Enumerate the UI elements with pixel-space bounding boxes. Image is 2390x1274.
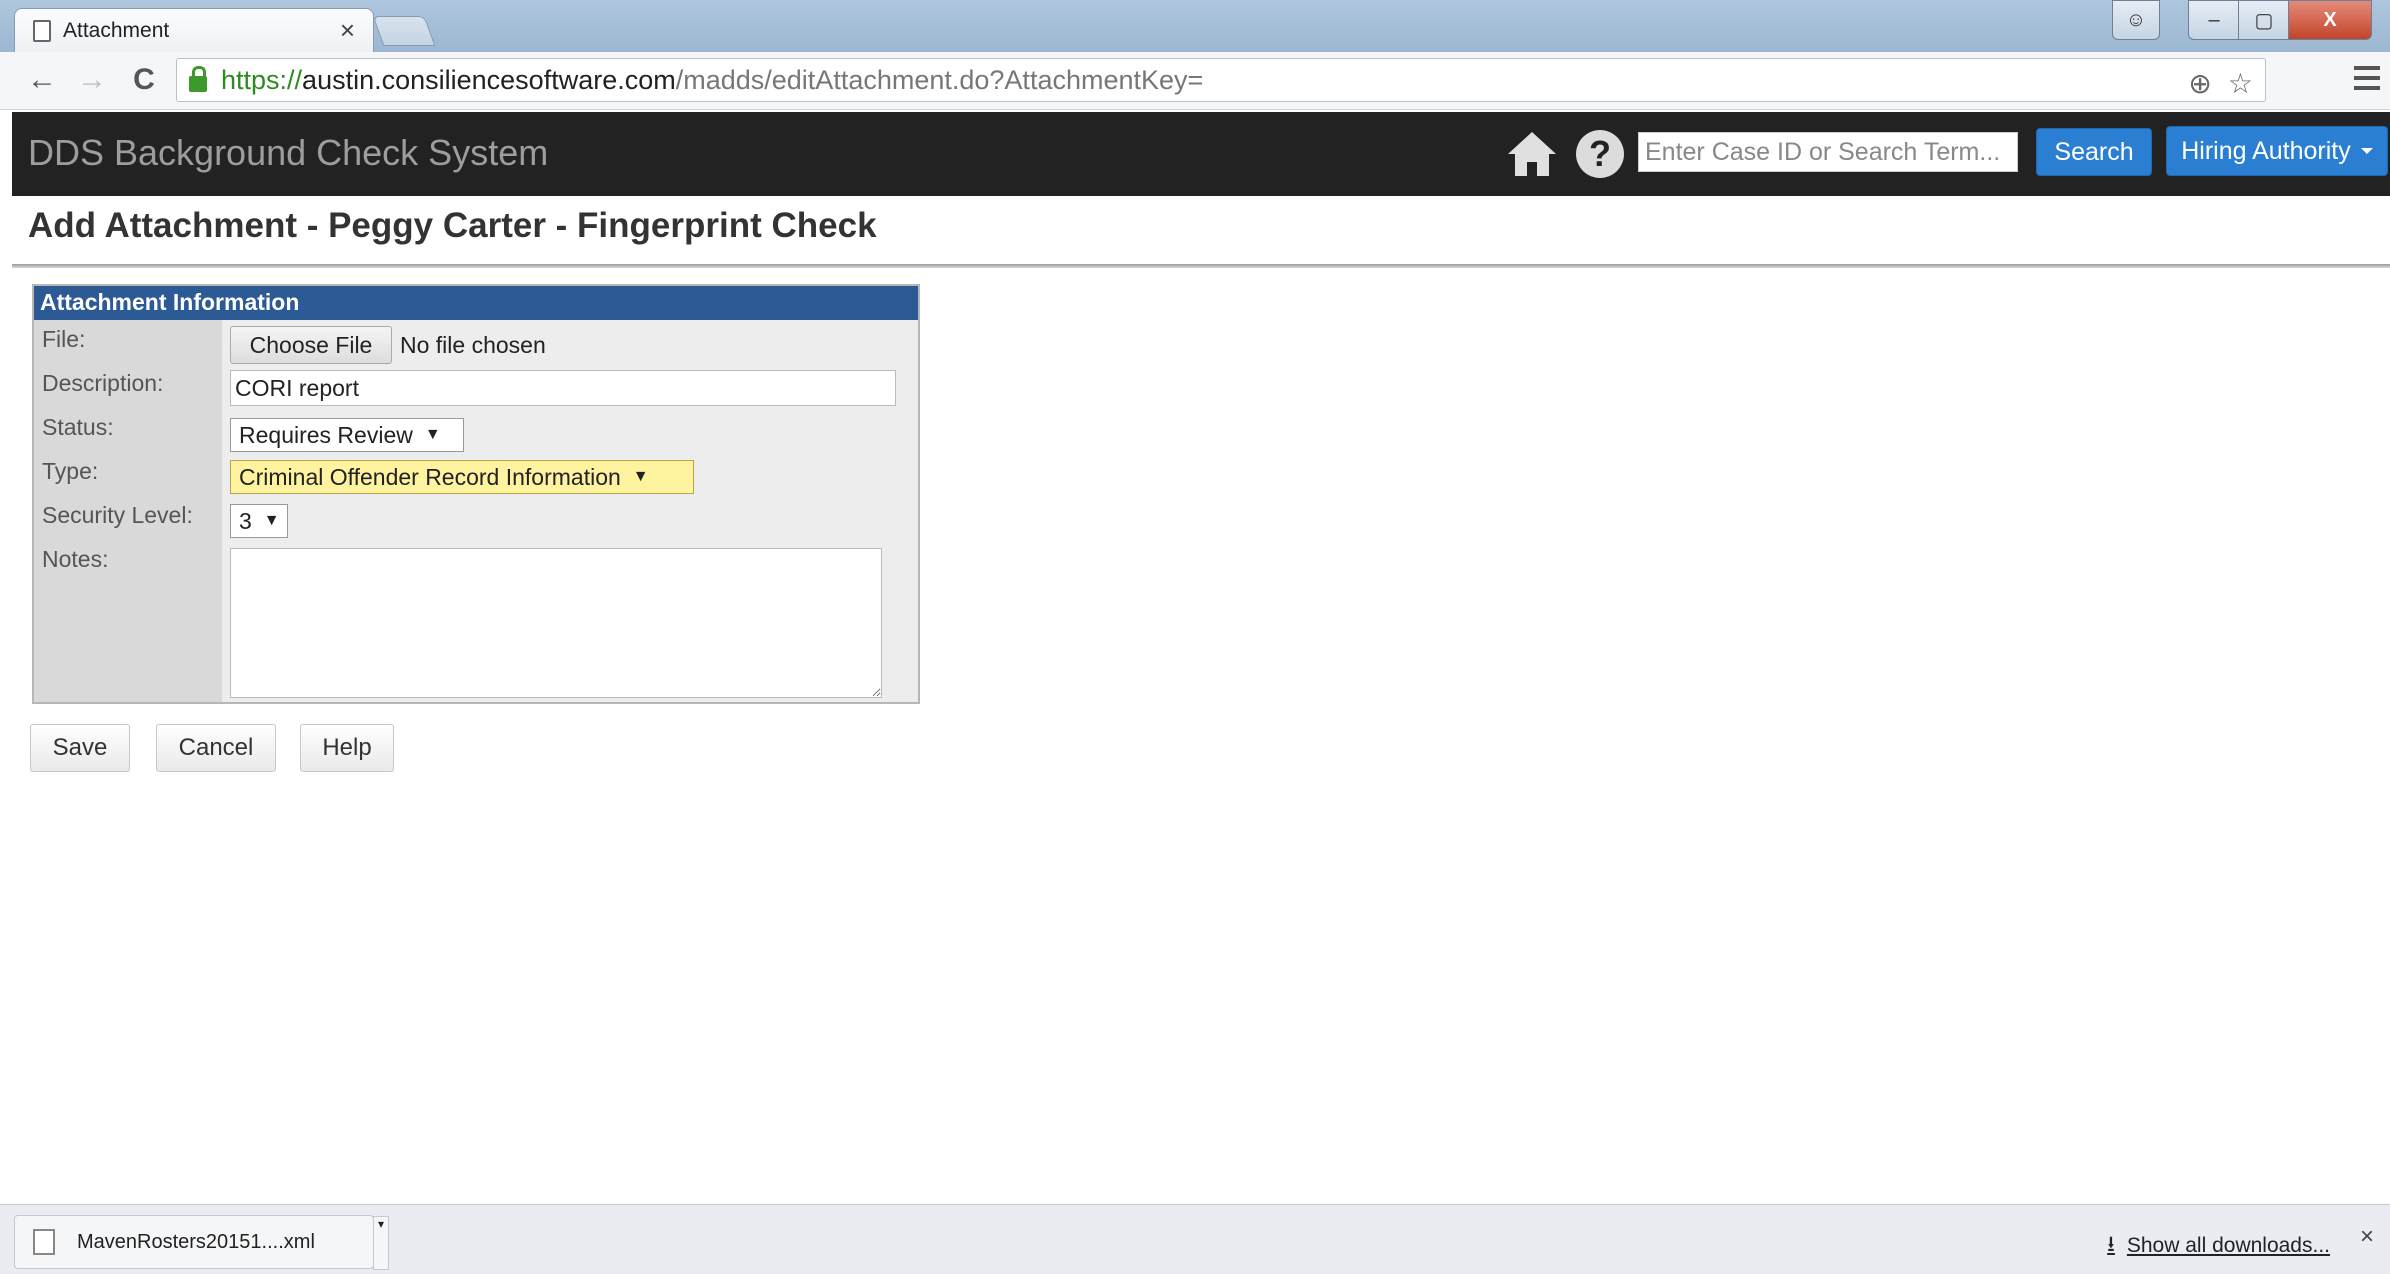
security-level-select[interactable]: 3 ▼ — [230, 504, 288, 538]
page-icon — [33, 19, 51, 42]
back-arrow-icon[interactable]: ← — [22, 60, 62, 100]
forward-arrow-icon[interactable]: → — [72, 60, 112, 100]
browser-toolbar: ← → C https://austin.consiliencesoftware… — [0, 52, 2390, 110]
notes-label: Notes: — [42, 546, 109, 572]
window-close-button[interactable]: X — [2288, 0, 2372, 40]
show-all-downloads-label: Show all downloads... — [2126, 1234, 2330, 1257]
notes-textarea[interactable] — [230, 548, 882, 698]
browser-tabstrip: Attachment × ☺ – ▢ X — [0, 0, 2390, 52]
url-scheme: https:// — [221, 64, 303, 95]
description-label: Description: — [42, 370, 164, 396]
status-value: Requires Review — [239, 421, 413, 448]
browser-menu-icon[interactable] — [2354, 66, 2380, 90]
download-shelf: MavenRosters20151....xml ▾ ⭳ Show all do… — [0, 1204, 2390, 1274]
show-all-downloads-link[interactable]: ⭳ Show all downloads... — [2107, 1227, 2330, 1265]
label-column: File: Description: Status: Type: Securit… — [34, 320, 222, 702]
new-tab-button[interactable] — [372, 16, 436, 46]
url-host: austin.consiliencesoftware.com — [302, 64, 676, 95]
security-level-value: 3 — [239, 507, 252, 534]
description-field[interactable] — [230, 370, 896, 406]
url-path: /madds/editAttachment.do?AttachmentKey= — [675, 64, 1204, 95]
page-title: Add Attachment - Peggy Carter - Fingerpr… — [28, 206, 877, 245]
attachment-info-panel: Attachment Information File: Description… — [32, 284, 920, 704]
status-label: Status: — [42, 414, 114, 440]
home-icon[interactable] — [1506, 128, 1558, 180]
title-divider — [12, 264, 2390, 268]
hiring-authority-dropdown[interactable]: Hiring Authority — [2166, 126, 2388, 176]
download-arrow-icon: ⭳ — [2107, 1231, 2115, 1256]
app-brand[interactable]: DDS Background Check System — [28, 132, 548, 174]
caret-down-icon — [2360, 148, 2373, 154]
browser-tab[interactable]: Attachment × — [14, 8, 374, 52]
minimize-button[interactable]: – — [2188, 0, 2240, 40]
help-icon[interactable]: ? — [1576, 130, 1624, 178]
panel-header: Attachment Information — [34, 286, 918, 320]
type-label: Type: — [42, 458, 99, 484]
download-menu-caret-icon[interactable]: ▾ — [373, 1216, 389, 1270]
search-button[interactable]: Search — [2036, 128, 2152, 176]
save-button[interactable]: Save — [30, 724, 130, 772]
download-item[interactable]: MavenRosters20151....xml ▾ — [14, 1215, 389, 1270]
help-button[interactable]: Help — [300, 724, 394, 772]
bookmark-star-icon[interactable]: ☆ — [2228, 67, 2253, 100]
address-bar[interactable]: https://austin.consiliencesoftware.com/m… — [176, 58, 2266, 102]
role-label: Hiring Authority — [2181, 136, 2351, 165]
dropdown-arrow-icon: ▼ — [263, 512, 280, 529]
file-icon — [33, 1229, 55, 1255]
file-status: No file chosen — [400, 332, 546, 358]
file-label: File: — [42, 326, 86, 352]
app-header: DDS Background Check System ? Search Hir… — [12, 112, 2390, 196]
reload-icon[interactable]: C — [124, 60, 164, 100]
search-input[interactable] — [1638, 132, 2018, 172]
dropdown-arrow-icon: ▼ — [632, 468, 649, 485]
tab-title: Attachment — [63, 18, 170, 42]
status-select[interactable]: Requires Review ▼ — [230, 418, 464, 452]
profile-icon[interactable]: ☺ — [2112, 0, 2160, 40]
security-level-label: Security Level: — [42, 502, 193, 528]
type-select[interactable]: Criminal Offender Record Information ▼ — [230, 460, 694, 494]
type-value: Criminal Offender Record Information — [239, 463, 621, 490]
choose-file-button[interactable]: Choose File — [230, 326, 392, 364]
lock-icon — [189, 66, 207, 92]
cancel-button[interactable]: Cancel — [156, 724, 276, 772]
shelf-close-icon[interactable]: × — [2360, 1223, 2374, 1251]
dropdown-arrow-icon: ▼ — [424, 426, 441, 443]
maximize-button[interactable]: ▢ — [2238, 0, 2290, 40]
zoom-icon[interactable]: ⊕ — [2188, 67, 2211, 100]
download-file-name: MavenRosters20151....xml — [77, 1230, 315, 1253]
tab-close-icon[interactable]: × — [340, 15, 355, 46]
